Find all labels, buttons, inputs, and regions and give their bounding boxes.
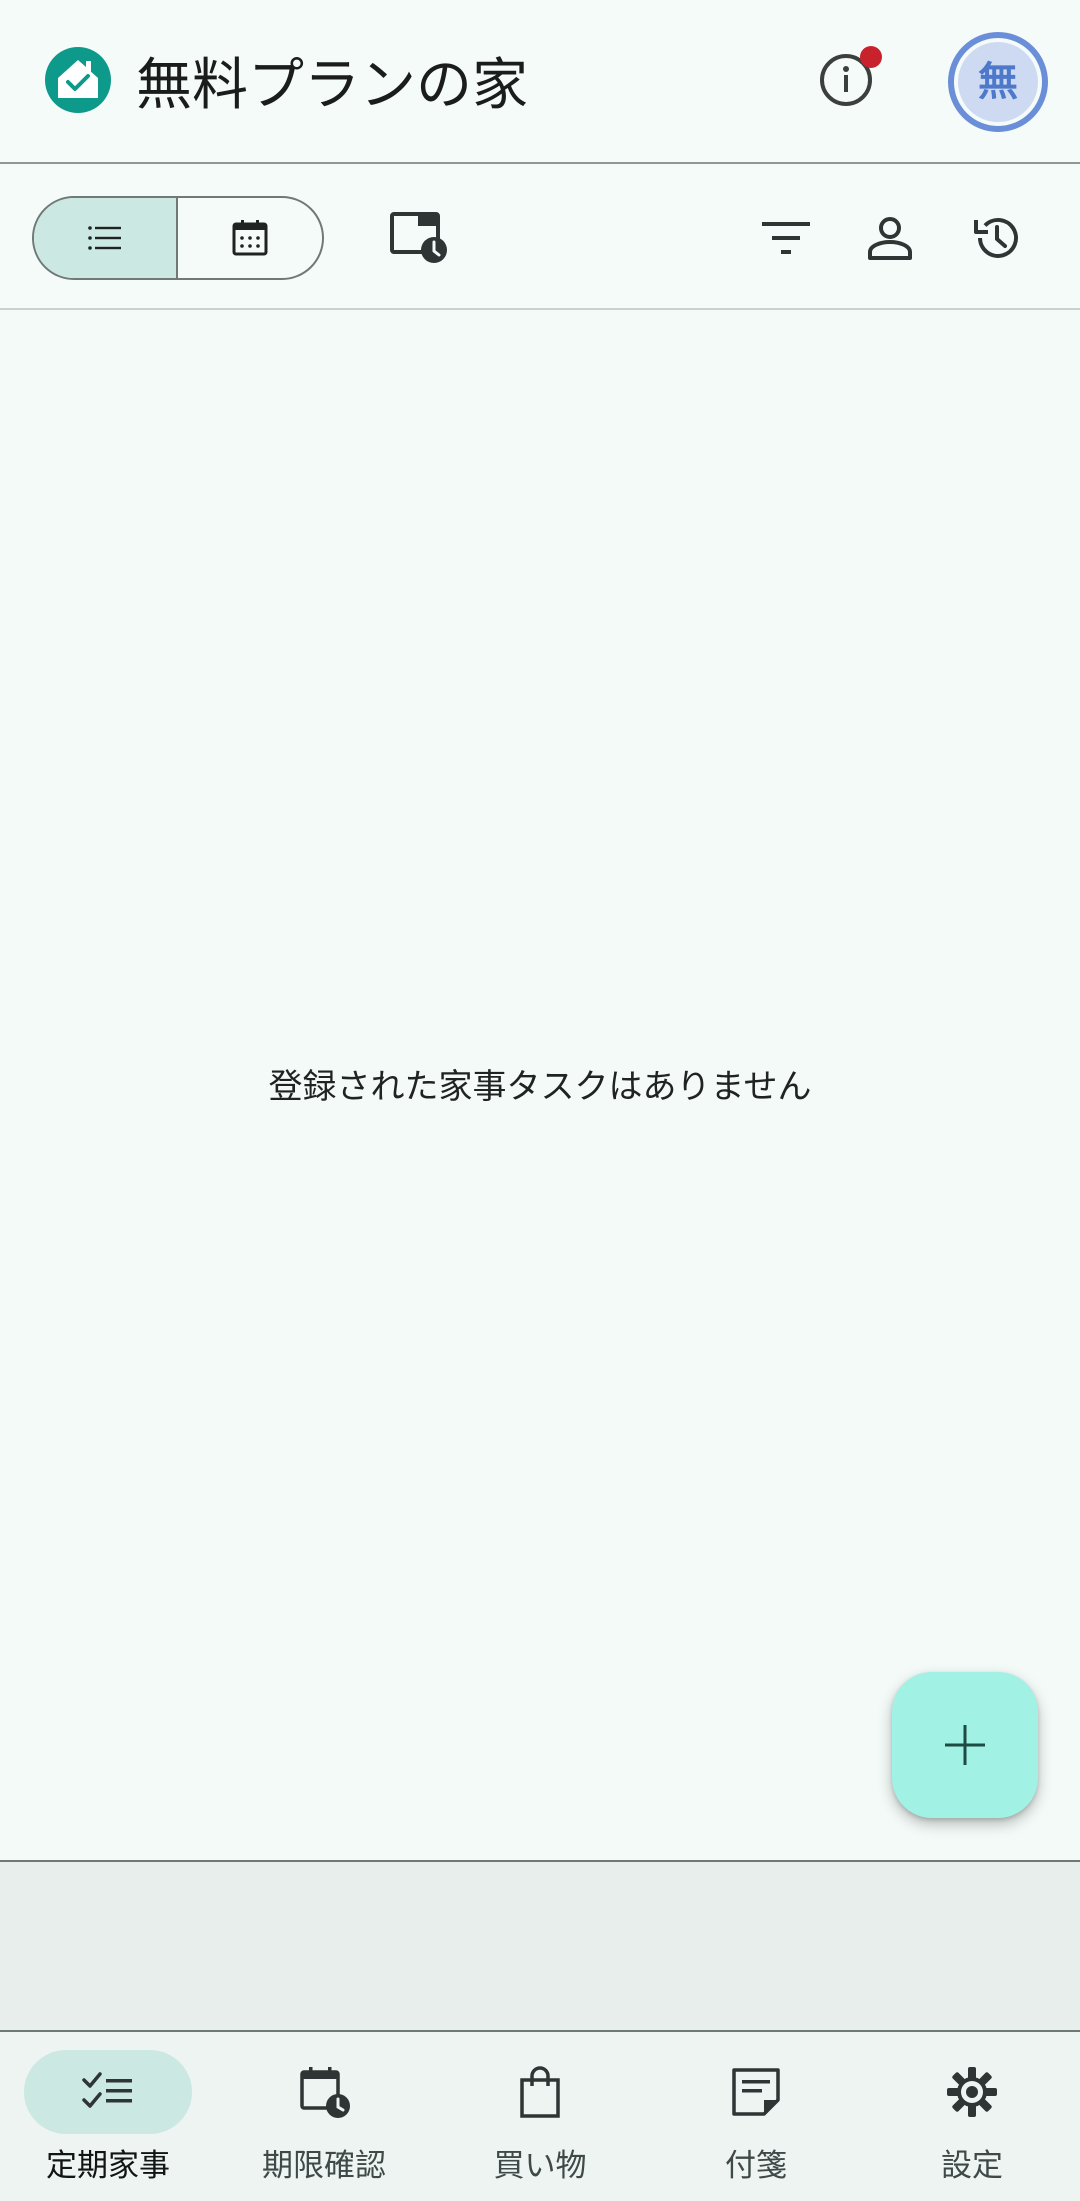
filter-icon <box>762 222 810 254</box>
nav-icon-holder <box>672 2050 840 2134</box>
empty-state-message: 登録された家事タスクはありません <box>268 1067 812 1107</box>
house-check-icon <box>45 47 111 113</box>
notification-badge <box>860 46 882 68</box>
person-filter-button[interactable] <box>856 204 924 272</box>
shopping-bag-icon <box>520 2066 560 2118</box>
calendar-clock-icon <box>300 2067 350 2118</box>
list-view-button[interactable] <box>34 198 178 278</box>
settings-gear-icon <box>947 2067 997 2117</box>
nav-item-routine-chores[interactable]: 定期家事 <box>0 2032 216 2201</box>
checklist-icon <box>82 2072 132 2108</box>
nav-item-settings[interactable]: 設定 <box>864 2032 1080 2201</box>
nav-label: 買い物 <box>493 2148 587 2184</box>
nav-label: 付箋 <box>725 2148 787 2184</box>
page-title: 無料プランの家 <box>136 53 528 118</box>
nav-icon-holder <box>456 2050 624 2134</box>
nav-active-indicator <box>24 2050 192 2134</box>
nav-label: 設定 <box>941 2148 1003 2184</box>
app-header: 無料プランの家 無 <box>0 0 1080 164</box>
nav-item-deadline-check[interactable]: 期限確認 <box>216 2032 432 2201</box>
schedule-window-button[interactable] <box>384 204 452 272</box>
calendar-view-icon <box>232 220 268 256</box>
avatar[interactable]: 無 <box>958 42 1038 122</box>
banner-area <box>0 1860 1080 2032</box>
toolbar <box>0 166 1080 310</box>
bottom-navigation: 定期家事 期限確認 買い物 付箋 設定 <box>0 2032 1080 2201</box>
history-button[interactable] <box>962 204 1030 272</box>
app-root: 無料プランの家 無 登録された家事タスクはありません 定期家事 期限確認 買い物… <box>0 0 1080 2201</box>
nav-item-sticky-notes[interactable]: 付箋 <box>648 2032 864 2201</box>
nav-icon-holder <box>240 2050 408 2134</box>
history-icon <box>974 217 1018 258</box>
nav-label: 定期家事 <box>46 2148 170 2184</box>
add-task-button[interactable] <box>892 1672 1038 1818</box>
calendar-view-button[interactable] <box>178 198 322 278</box>
plus-icon <box>945 1725 985 1765</box>
nav-label: 期限確認 <box>262 2148 386 2184</box>
nav-icon-holder <box>888 2050 1056 2134</box>
schedule-window-icon <box>390 212 447 263</box>
person-icon <box>868 217 912 260</box>
nav-item-shopping[interactable]: 買い物 <box>432 2032 648 2201</box>
sticky-note-icon <box>732 2068 780 2116</box>
list-view-icon <box>88 226 121 250</box>
filter-button[interactable] <box>752 204 820 272</box>
view-toggle <box>32 196 324 280</box>
